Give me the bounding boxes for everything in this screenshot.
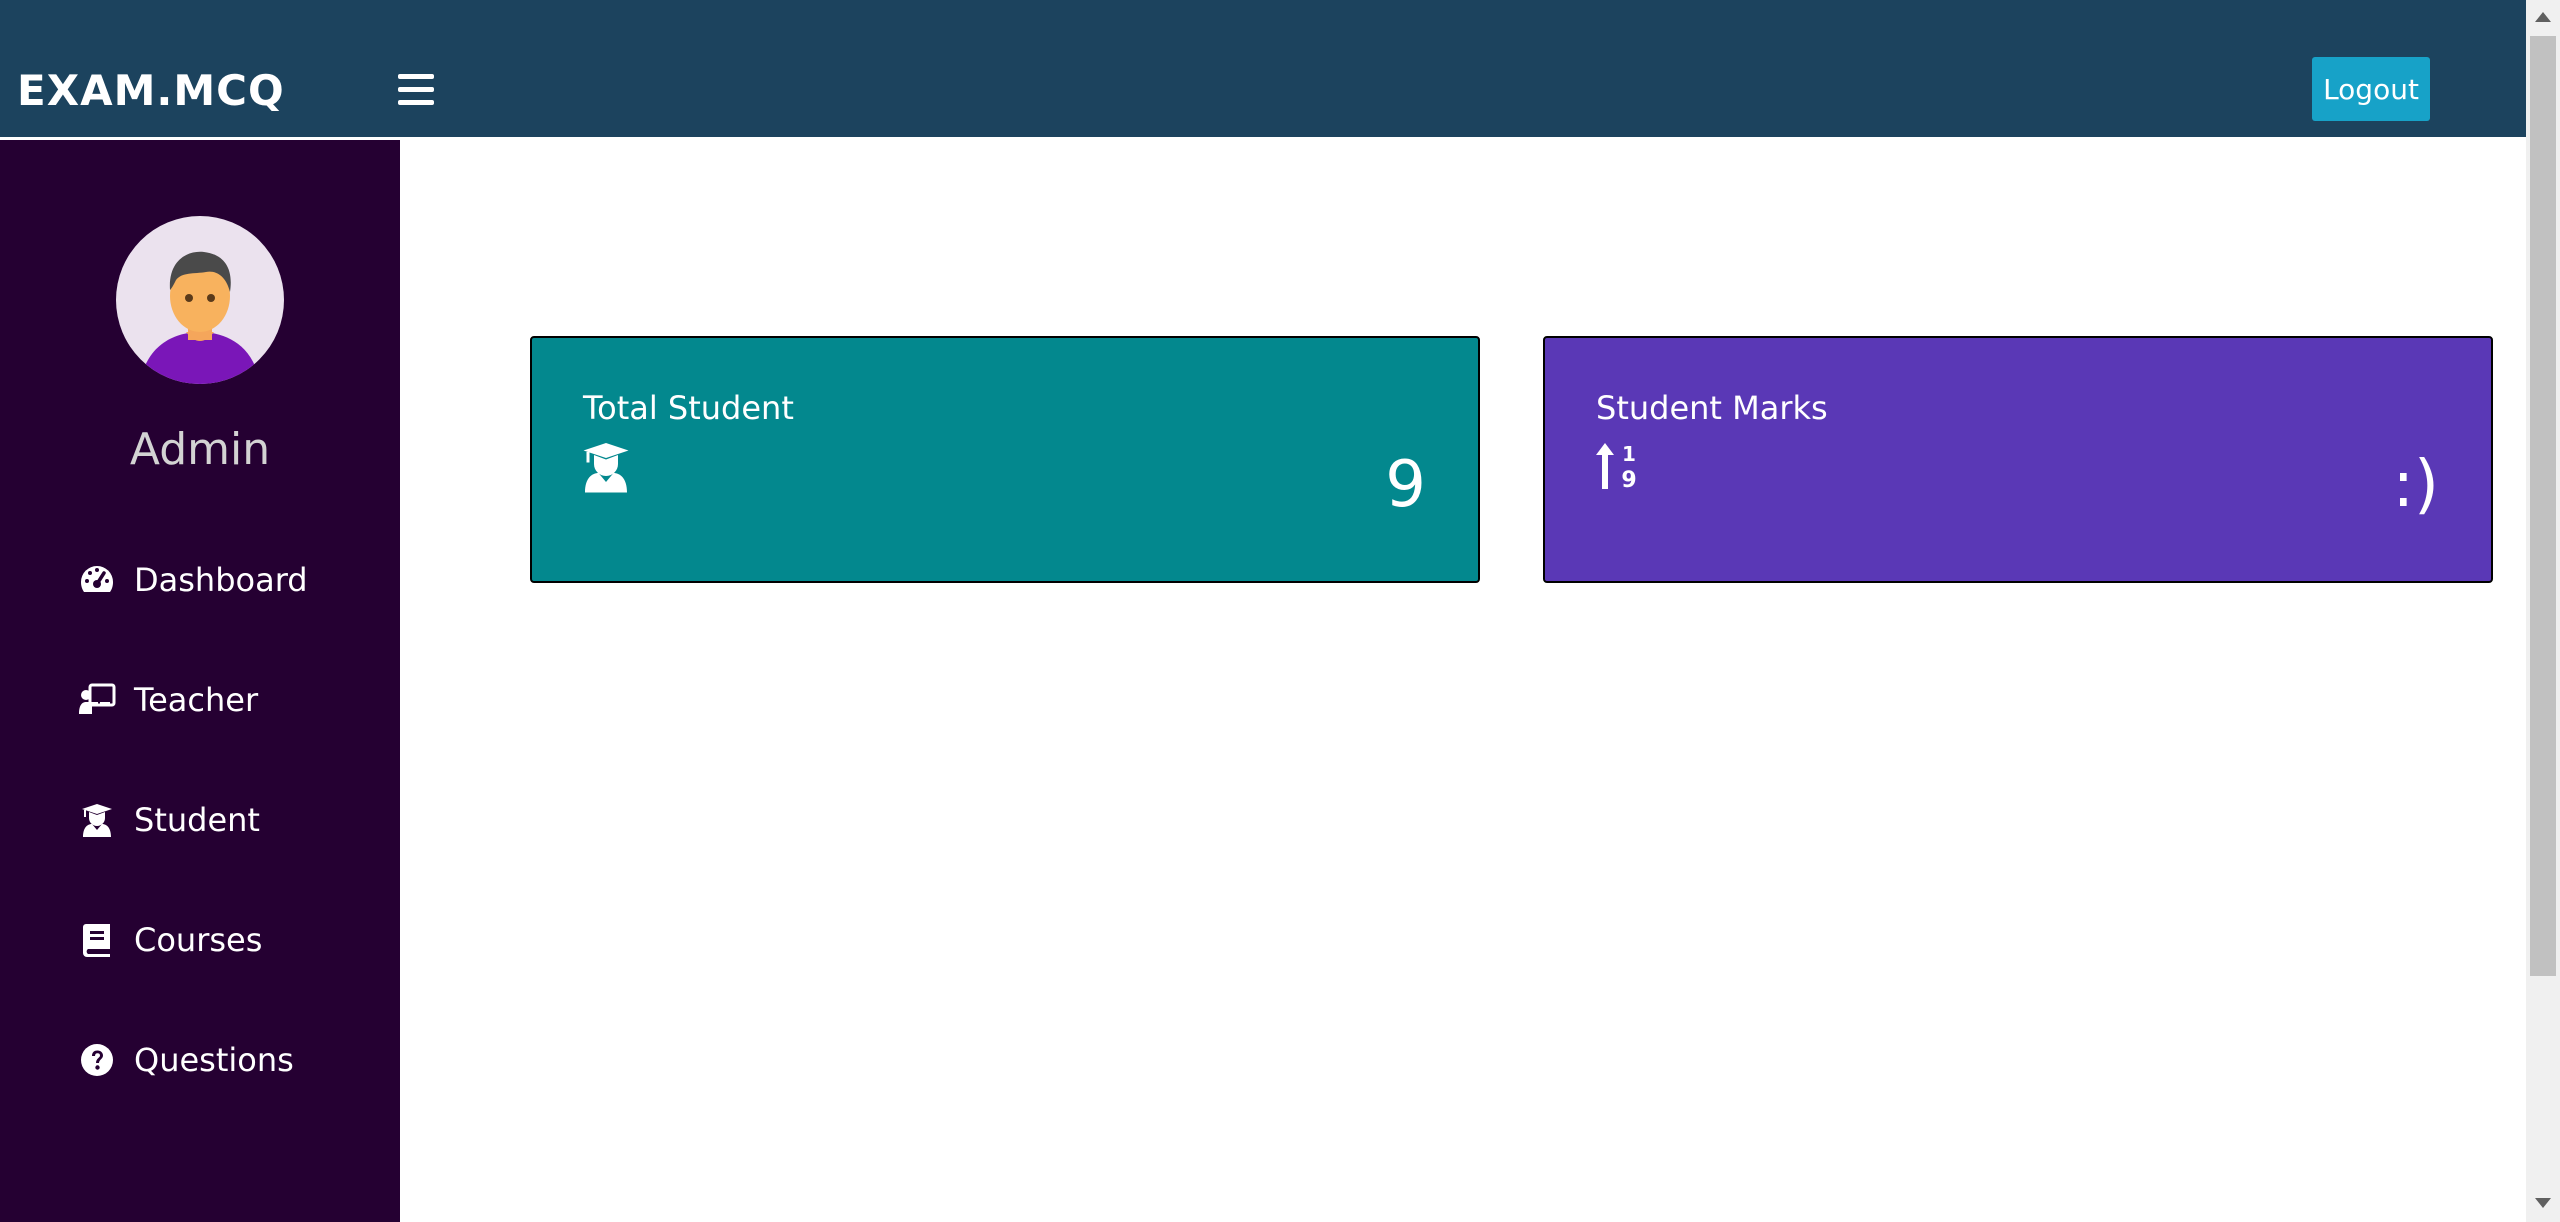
scroll-up-arrow-icon[interactable] [2535,12,2551,22]
svg-text:1: 1 [1622,442,1636,466]
sidebar-item-label: Student [134,801,260,839]
sidebar: Admin Dashboard Teacher Student Courses … [0,140,400,1222]
question-circle-icon [78,1041,116,1079]
vertical-scrollbar[interactable] [2526,0,2560,1222]
hamburger-menu-icon[interactable] [398,72,436,108]
scrollbar-thumb[interactable] [2530,36,2556,976]
student-marks-card: Student Marks 1 9 :) [1543,336,2493,583]
total-student-card: Total Student 9 [530,336,1480,583]
sidebar-item-teacher[interactable]: Teacher [78,675,258,725]
book-icon [78,921,116,959]
top-navbar: EXAM.MCQ Logout [0,0,2526,137]
sidebar-item-label: Dashboard [134,561,308,599]
sidebar-item-dashboard[interactable]: Dashboard [78,555,308,605]
card-title: Student Marks [1596,389,1828,427]
tachometer-icon [78,561,116,599]
logout-button[interactable]: Logout [2312,57,2430,121]
sidebar-item-courses[interactable]: Courses [78,915,262,965]
svg-text:9: 9 [1621,468,1636,493]
user-graduate-icon [78,801,116,839]
sidebar-user-title: Admin [129,424,271,475]
card-title: Total Student [583,389,794,427]
brand-logo[interactable]: EXAM.MCQ [17,66,285,116]
sidebar-item-student[interactable]: Student [78,795,260,845]
sidebar-item-label: Teacher [134,681,259,719]
sort-numeric-up-icon: 1 9 [1595,441,1647,493]
sidebar-item-label: Questions [134,1041,294,1079]
chalkboard-teacher-icon [78,681,116,719]
card-value: :) [2392,448,2439,522]
user-graduate-icon [582,441,634,493]
user-avatar-icon [116,216,284,384]
sidebar-item-label: Courses [134,921,263,959]
scroll-down-arrow-icon[interactable] [2535,1198,2551,1208]
card-value: 9 [1385,448,1426,522]
page: EXAM.MCQ Logout Admin Dashboard Teacher … [0,0,2560,1222]
sidebar-item-questions[interactable]: Questions [78,1035,294,1085]
